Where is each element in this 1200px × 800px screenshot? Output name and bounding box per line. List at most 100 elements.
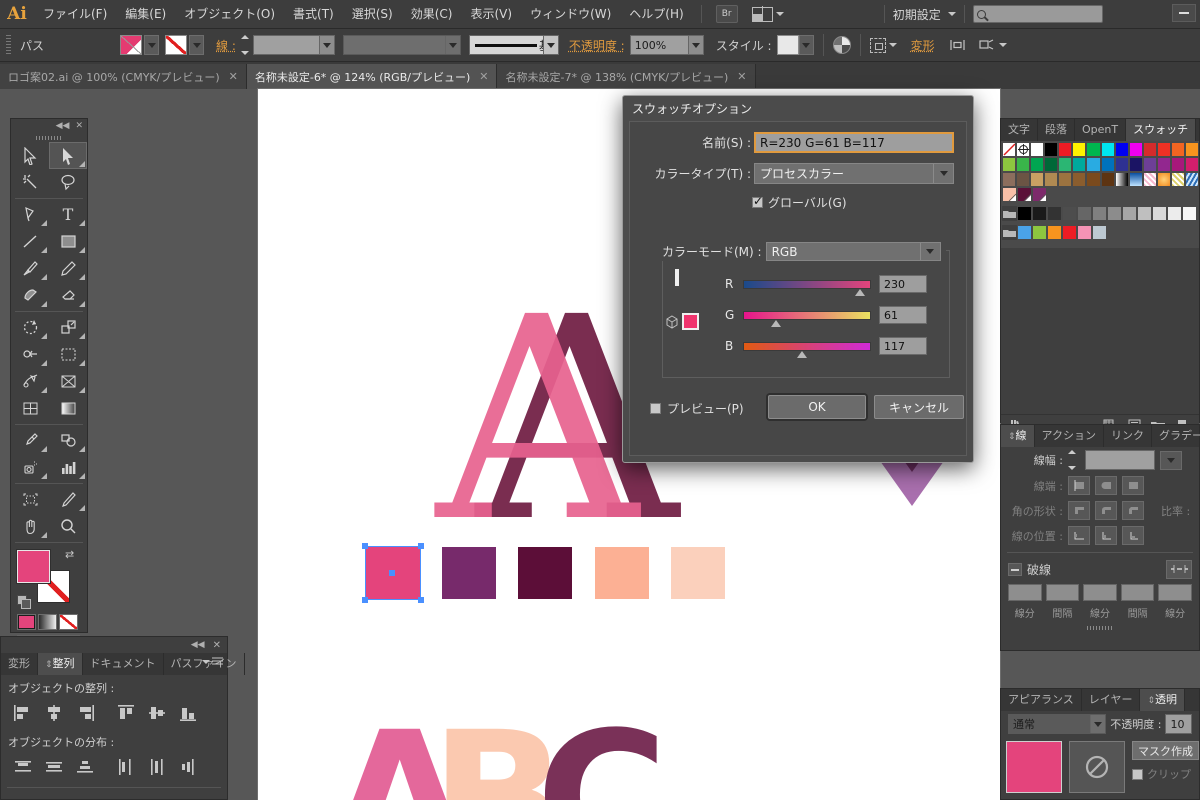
pencil-tool[interactable] xyxy=(49,255,87,282)
swatch-sienna[interactable] xyxy=(1072,172,1087,187)
swatch-pattern-orange[interactable] xyxy=(1156,172,1171,187)
distribute-bottom-button[interactable] xyxy=(69,755,100,779)
stroke-weight-stepper[interactable] xyxy=(240,35,253,55)
perspective-grid-tool[interactable] xyxy=(49,368,87,395)
stroke-control[interactable] xyxy=(165,35,204,55)
swatch-bright-blue[interactable] xyxy=(1017,225,1032,240)
direct-selection-tool[interactable] xyxy=(49,142,87,169)
swatch-navy[interactable] xyxy=(1128,157,1143,172)
swatch-bright-pink[interactable] xyxy=(1077,225,1092,240)
opacity-combo[interactable]: 100% xyxy=(629,35,704,55)
swatch-gray-40[interactable] xyxy=(1077,206,1092,221)
rotate-tool[interactable] xyxy=(11,314,49,341)
selection-tool[interactable] xyxy=(11,142,49,169)
swatch-orange[interactable] xyxy=(1170,142,1186,157)
swatch-emerald[interactable] xyxy=(1030,157,1045,172)
swatch-magenta[interactable] xyxy=(1128,142,1143,157)
free-transform-tool[interactable] xyxy=(49,341,87,368)
close-icon[interactable]: ✕ xyxy=(229,70,238,83)
swatch-indigo[interactable] xyxy=(1114,157,1129,172)
preview-checkbox[interactable] xyxy=(650,403,661,414)
swatch-grape-global[interactable] xyxy=(1032,187,1047,202)
swatch-azure[interactable] xyxy=(1100,157,1115,172)
align-right-button[interactable] xyxy=(69,701,100,725)
tab-layers[interactable]: レイヤー xyxy=(1082,689,1141,711)
menu-view[interactable]: 表示(V) xyxy=(461,0,521,29)
isolate-group-button[interactable] xyxy=(978,38,1007,52)
channel-value-b[interactable]: 117 xyxy=(879,337,927,355)
clip-checkbox-row[interactable]: クリップ xyxy=(1132,766,1199,782)
swatch-gray-92[interactable] xyxy=(1167,206,1182,221)
workspace-label[interactable]: 初期設定 xyxy=(893,6,941,23)
swatch-gray-65[interactable] xyxy=(1122,206,1137,221)
swatch-amber[interactable] xyxy=(1185,142,1200,157)
scale-tool[interactable] xyxy=(49,314,87,341)
stroke-weight-combo[interactable] xyxy=(252,35,335,55)
color-mode-select[interactable]: RGB xyxy=(765,242,941,261)
make-mask-button[interactable]: マスク作成 xyxy=(1132,741,1199,760)
zoom-tool[interactable] xyxy=(49,513,87,540)
web-safe-swatch[interactable] xyxy=(682,313,699,330)
stroke-weight-chevron-icon[interactable] xyxy=(1160,450,1182,470)
distribute-top-button[interactable] xyxy=(7,755,38,779)
swatch-crimson[interactable] xyxy=(1142,142,1157,157)
swatch-green[interactable] xyxy=(1086,142,1101,157)
magic-wand-tool[interactable] xyxy=(11,169,49,196)
ok-button[interactable]: OK xyxy=(768,395,866,419)
menu-help[interactable]: ヘルプ(H) xyxy=(620,0,692,29)
swatch-group-brights[interactable] xyxy=(1002,225,1017,240)
artboard-tool[interactable] xyxy=(11,486,49,513)
selection-handle-tr[interactable] xyxy=(418,543,424,549)
cap-round-button[interactable] xyxy=(1095,476,1117,495)
close-icon[interactable]: ✕ xyxy=(213,640,221,651)
align-center-horizontal-button[interactable] xyxy=(38,701,69,725)
swatch-yellow[interactable] xyxy=(1072,142,1087,157)
minimize-button[interactable] xyxy=(1172,4,1196,22)
transparency-opacity-field[interactable]: 10 xyxy=(1165,714,1192,734)
dash-field-3[interactable] xyxy=(1120,584,1155,601)
eraser-tool[interactable] xyxy=(49,282,87,309)
menu-effect[interactable]: 効果(C) xyxy=(402,0,462,29)
color-type-select[interactable]: プロセスカラー xyxy=(754,163,954,184)
swatch-bright-silver[interactable] xyxy=(1092,225,1107,240)
selection-handle-br[interactable] xyxy=(418,597,424,603)
transparency-mask-thumbnail[interactable] xyxy=(1069,741,1125,793)
align-outside-button[interactable] xyxy=(1122,526,1144,545)
swatch-gray-55[interactable] xyxy=(1107,206,1122,221)
swatch-red[interactable] xyxy=(1058,142,1073,157)
artwork-chip-3[interactable] xyxy=(595,547,649,599)
cancel-button[interactable]: キャンセル xyxy=(874,395,964,419)
swatch-brown[interactable] xyxy=(1086,172,1101,187)
swatch-teal[interactable] xyxy=(1072,157,1087,172)
swatch-gray-75[interactable] xyxy=(1137,206,1152,221)
close-icon[interactable]: ✕ xyxy=(75,121,83,131)
cap-butt-button[interactable] xyxy=(1068,476,1090,495)
artwork-chip-2[interactable] xyxy=(518,547,572,599)
distribute-center-vertical-button[interactable] xyxy=(38,755,69,779)
distribute-center-horizontal-button[interactable] xyxy=(141,755,172,779)
swatch-gray-10[interactable] xyxy=(1032,206,1047,221)
shape-builder-tool[interactable] xyxy=(11,368,49,395)
swatch-group-grays[interactable] xyxy=(1002,206,1017,221)
align-left-button[interactable] xyxy=(7,701,38,725)
swatch-tan[interactable] xyxy=(1030,172,1045,187)
selection-handle-bl[interactable] xyxy=(362,597,368,603)
workspace-chevron-icon[interactable] xyxy=(947,12,956,16)
channel-value-r[interactable]: 230 xyxy=(879,275,927,293)
artwork-letter-c[interactable]: C xyxy=(536,709,668,800)
selection-handle-tl[interactable] xyxy=(362,543,368,549)
clip-checkbox[interactable] xyxy=(1132,768,1143,780)
cap-projecting-button[interactable] xyxy=(1122,476,1144,495)
swatch-pattern-pink[interactable] xyxy=(1142,172,1157,187)
swatch-gray-50[interactable] xyxy=(1092,206,1107,221)
swatch-peach-global[interactable] xyxy=(1002,187,1017,202)
swatch-gray-30[interactable] xyxy=(1062,206,1077,221)
swatch-gradient-blue[interactable] xyxy=(1128,172,1143,187)
hand-tool[interactable] xyxy=(11,513,49,540)
tab-appearance[interactable]: アピアランス xyxy=(1001,689,1082,711)
search-input[interactable] xyxy=(972,5,1103,23)
dash-field-0[interactable] xyxy=(1008,584,1042,601)
channel-slider-g[interactable] xyxy=(743,310,871,327)
channel-value-g[interactable]: 61 xyxy=(879,306,927,324)
color-button[interactable] xyxy=(17,614,36,630)
